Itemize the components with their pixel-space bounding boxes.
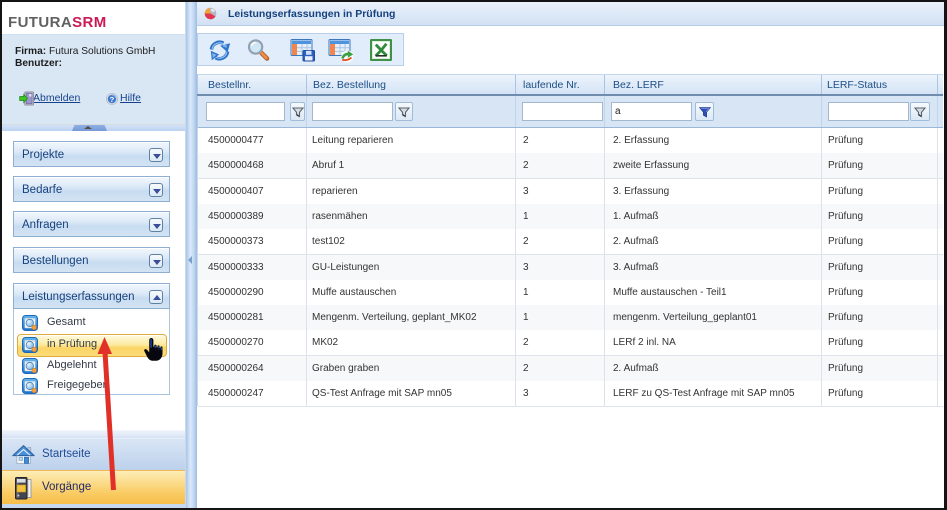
svg-text:?: ? <box>110 95 115 104</box>
